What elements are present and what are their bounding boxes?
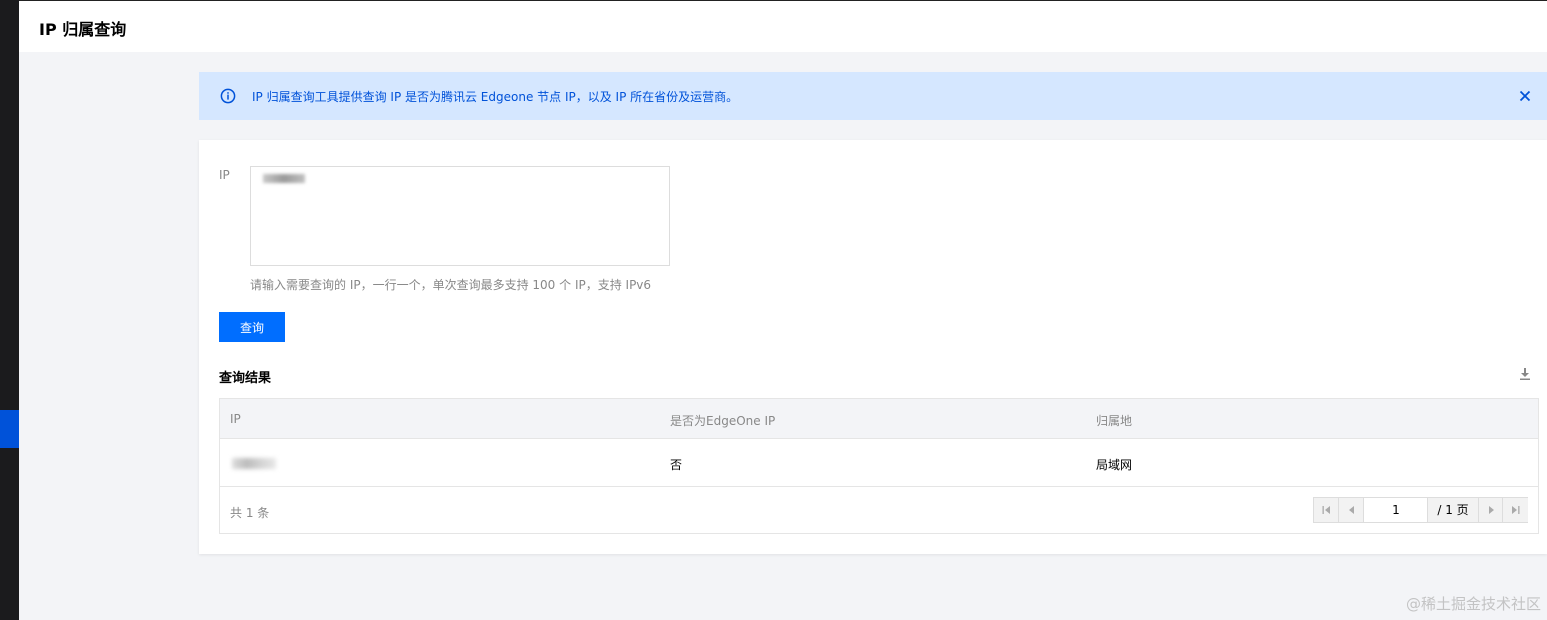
watermark: @稀土掘金技术社区: [1405, 595, 1541, 613]
results-table: IP 是否为EdgeOne IP 归属地 否 局域网 共 1 条 1 / 1 页: [219, 398, 1539, 534]
notice-text: IP 归属查询工具提供查询 IP 是否为腾讯云 Edgeone 节点 IP，以及…: [252, 90, 739, 104]
next-page-button[interactable]: [1478, 498, 1503, 522]
ip-input-hint: 请输入需要查询的 IP，一行一个，单次查询最多支持 100 个 IP，支持 IP…: [250, 278, 652, 292]
query-card: IP 请输入需要查询的 IP，一行一个，单次查询最多支持 100 个 IP，支持…: [199, 140, 1547, 554]
first-page-icon: [1322, 506, 1330, 514]
page-total-label: / 1 页: [1427, 498, 1478, 522]
last-page-icon: [1512, 506, 1520, 514]
last-page-button[interactable]: [1503, 498, 1528, 522]
results-title: 查询结果: [219, 371, 272, 386]
info-notice-banner: IP 归属查询工具提供查询 IP 是否为腾讯云 Edgeone 节点 IP，以及…: [199, 72, 1547, 120]
ip-field-label: IP: [219, 168, 230, 182]
cell-is-edgeone: 否: [670, 458, 683, 472]
first-page-button[interactable]: [1314, 498, 1339, 522]
prev-page-button[interactable]: [1339, 498, 1364, 522]
redacted-ip-cell: [232, 458, 276, 469]
cell-location: 局域网: [1096, 458, 1133, 472]
table-footer: 共 1 条 / 1 页: [220, 487, 1538, 533]
table-header: IP 是否为EdgeOne IP 归属地: [220, 399, 1538, 439]
ip-input-textarea[interactable]: [250, 166, 670, 266]
page-number-input[interactable]: [1365, 498, 1427, 522]
left-nav-rail: [0, 0, 19, 620]
query-button[interactable]: 查询: [219, 312, 285, 342]
total-count: 共 1 条: [230, 506, 270, 520]
page-title: IP 归属查询: [39, 20, 127, 39]
column-header-ip: IP: [230, 412, 241, 426]
download-icon[interactable]: [1518, 367, 1532, 381]
close-icon[interactable]: [1517, 88, 1533, 104]
table-row: 否 局域网: [220, 439, 1538, 487]
pagination: / 1 页: [1313, 497, 1528, 523]
column-header-location: 归属地: [1096, 414, 1133, 428]
info-icon: [220, 88, 236, 104]
prev-page-icon: [1349, 506, 1354, 514]
next-page-icon: [1489, 506, 1494, 514]
redacted-ip-value: [263, 174, 305, 183]
page-header: IP 归属查询: [19, 0, 1547, 52]
nav-active-indicator[interactable]: [0, 410, 19, 448]
column-header-is-edgeone: 是否为EdgeOne IP: [670, 414, 776, 428]
